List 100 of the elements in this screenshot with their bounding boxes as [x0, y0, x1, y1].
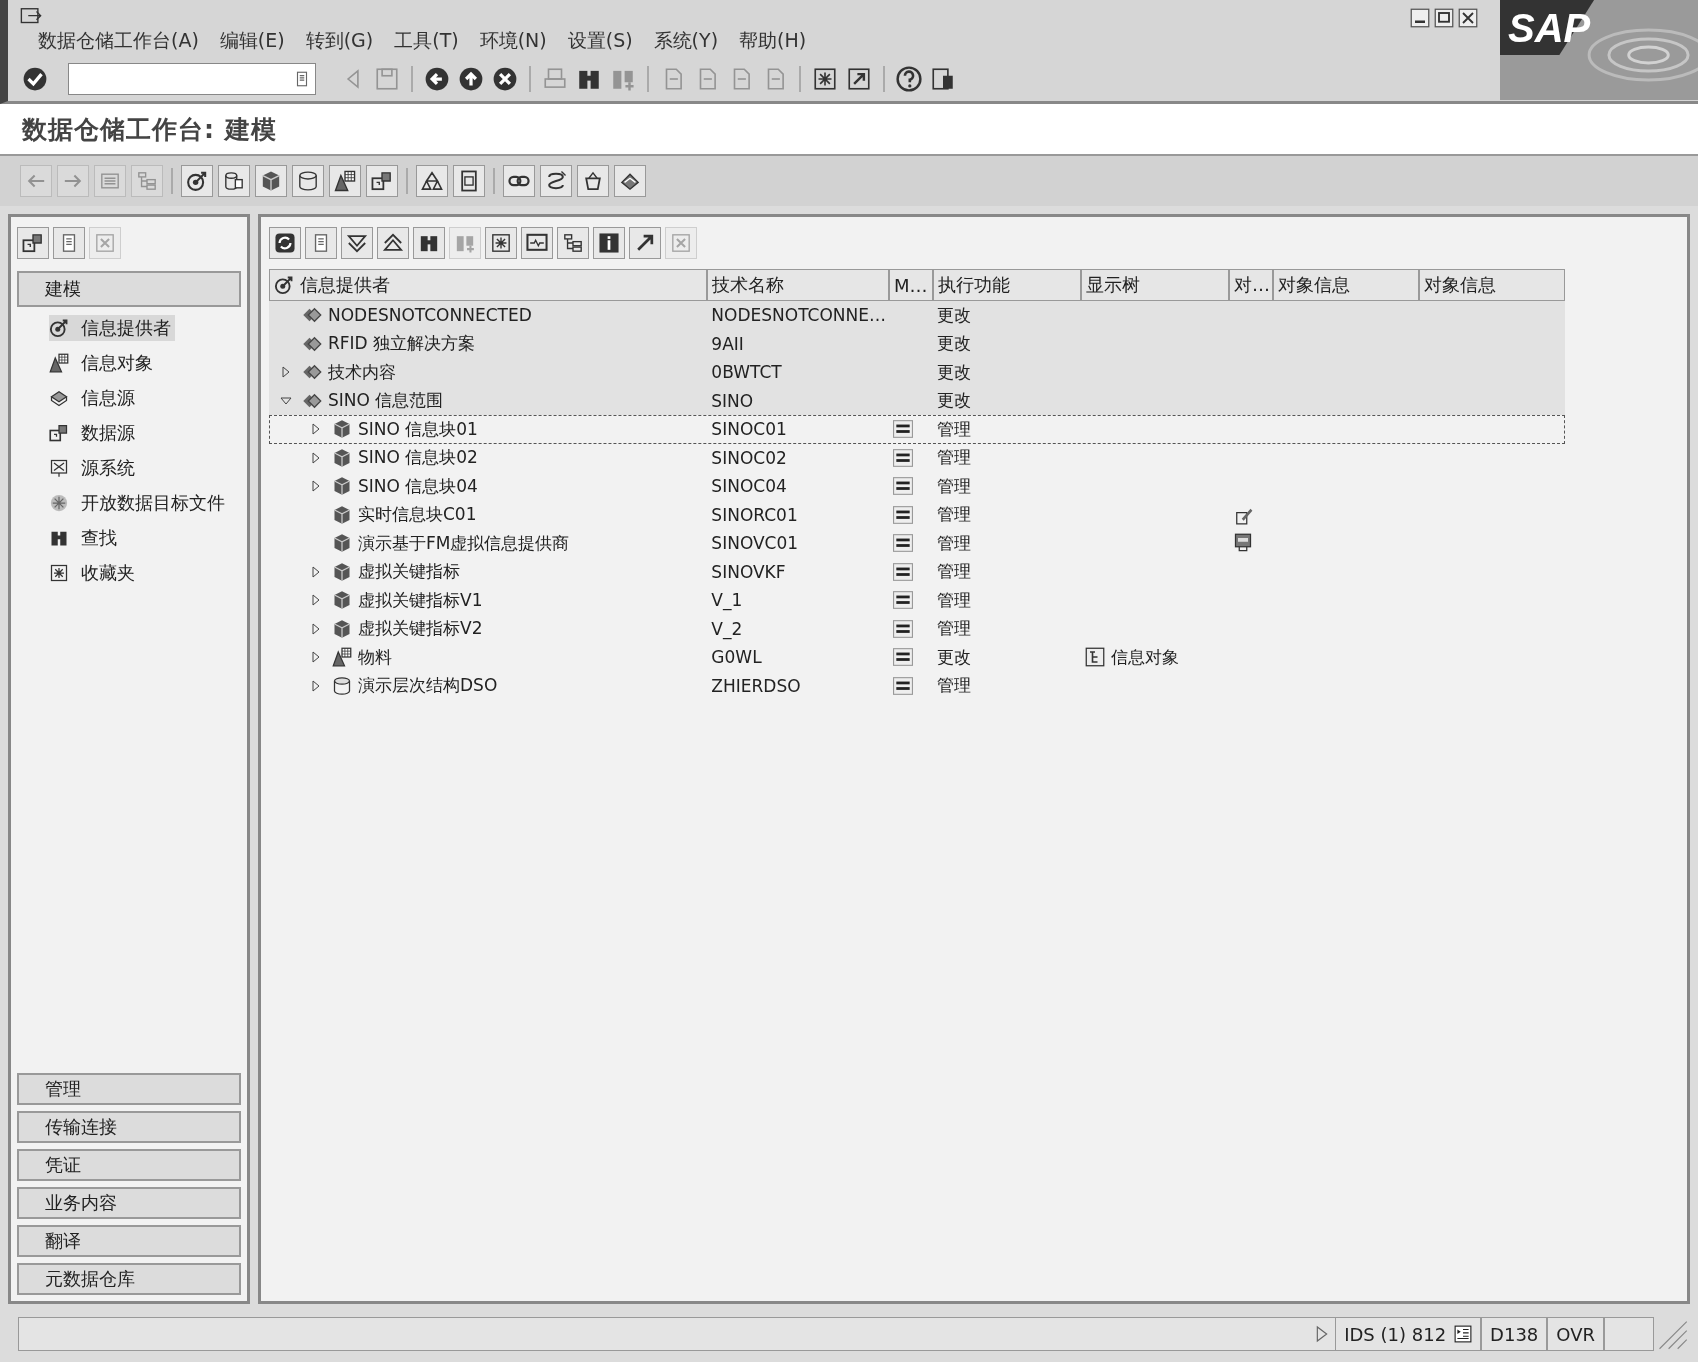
- menu-item[interactable]: 环境(N): [479, 28, 547, 54]
- tree-node-label[interactable]: SINO 信息块02: [358, 446, 478, 470]
- target-icon[interactable]: [181, 165, 213, 197]
- script-icon[interactable]: [540, 165, 572, 197]
- equals-icon[interactable]: [893, 448, 914, 467]
- selected-row[interactable]: SINO 信息块01 SINOC01 管理: [269, 415, 1565, 444]
- basket-icon[interactable]: [577, 165, 609, 197]
- asterisk-square-icon[interactable]: [485, 227, 517, 259]
- tree-node-label[interactable]: 虚拟关键指标V1: [358, 588, 483, 612]
- cylinder-icon[interactable]: [292, 165, 324, 197]
- section-button[interactable]: 翻译: [17, 1225, 241, 1257]
- new-session-icon[interactable]: [812, 66, 838, 92]
- expand-caret-icon[interactable]: [310, 651, 322, 664]
- shortcut-icon[interactable]: [846, 66, 872, 92]
- expand-caret-icon[interactable]: [310, 451, 322, 464]
- document-icon[interactable]: [305, 227, 337, 259]
- tree-node-label[interactable]: 技术内容: [328, 360, 396, 384]
- tree-node-label[interactable]: NODESNOTCONNECTED: [328, 305, 532, 326]
- frame-icon[interactable]: [453, 165, 485, 197]
- sidebar-item[interactable]: 信息对象: [49, 350, 157, 376]
- document-box-icon[interactable]: [1232, 533, 1253, 554]
- menu-item[interactable]: 数据仓储工作台(A): [38, 28, 199, 54]
- column-header[interactable]: 信息提供者: [269, 269, 707, 301]
- column-header[interactable]: 对象信息: [1419, 269, 1565, 301]
- tree-icon[interactable]: [557, 227, 589, 259]
- monitor-icon[interactable]: [521, 227, 553, 259]
- section-header[interactable]: 建模: [17, 271, 241, 307]
- binoculars-icon[interactable]: [413, 227, 445, 259]
- cancel-icon[interactable]: [492, 66, 518, 92]
- tree-node-label[interactable]: 虚拟关键指标: [358, 560, 460, 584]
- tree-node-label[interactable]: SINO 信息范围: [328, 389, 444, 413]
- close-icon[interactable]: [1458, 8, 1478, 28]
- menu-item[interactable]: 帮助(H): [739, 28, 807, 54]
- column-header[interactable]: 技术名称: [707, 269, 889, 301]
- section-button[interactable]: 管理: [17, 1073, 241, 1105]
- collapse-caret-icon[interactable]: [280, 394, 292, 407]
- triangle-right-icon[interactable]: [1315, 1324, 1330, 1344]
- tree-node-label[interactable]: SINO 信息块04: [358, 474, 478, 498]
- document-icon[interactable]: [53, 227, 85, 259]
- help-icon[interactable]: [896, 66, 922, 92]
- table-cell[interactable]: 信息对象: [1110, 645, 1179, 669]
- menu-item[interactable]: 转到(G): [305, 28, 374, 54]
- expand-caret-icon[interactable]: [310, 679, 322, 692]
- equals-icon[interactable]: [893, 477, 914, 496]
- cube-icon[interactable]: [255, 165, 287, 197]
- column-header[interactable]: 显示树: [1081, 269, 1229, 301]
- tray-icon[interactable]: [614, 165, 646, 197]
- back-icon[interactable]: [424, 66, 450, 92]
- menu-item[interactable]: 设置(S): [567, 28, 633, 54]
- equals-icon[interactable]: [893, 562, 914, 581]
- column-header[interactable]: 执行功能: [933, 269, 1081, 301]
- tree-view-icon[interactable]: [1084, 647, 1105, 668]
- sidebar-item[interactable]: 信息源: [49, 385, 139, 411]
- expand-icon[interactable]: [341, 227, 373, 259]
- chain-icon[interactable]: [503, 165, 535, 197]
- section-button[interactable]: 元数据仓库: [17, 1263, 241, 1295]
- tree-node-label[interactable]: RFID 独立解决方案: [328, 332, 476, 356]
- tree-node-label[interactable]: 演示基于FM虚拟信息提供商: [358, 531, 570, 555]
- expand-caret-icon[interactable]: [280, 366, 292, 379]
- sidebar-item[interactable]: 查找: [49, 525, 121, 551]
- arrow-up-right-icon[interactable]: [629, 227, 661, 259]
- equals-icon[interactable]: [893, 591, 914, 610]
- menu-item[interactable]: 系统(Y): [653, 28, 719, 54]
- triangle-grid-icon[interactable]: [329, 165, 361, 197]
- section-button[interactable]: 凭证: [17, 1149, 241, 1181]
- tree-node-label[interactable]: 实时信息块C01: [358, 503, 477, 527]
- sidebar-item[interactable]: 开放数据目标文件: [49, 490, 229, 516]
- check-icon[interactable]: [22, 66, 48, 92]
- section-button[interactable]: 传输连接: [17, 1111, 241, 1143]
- collapse-icon[interactable]: [377, 227, 409, 259]
- equals-icon[interactable]: [893, 648, 914, 667]
- tree-node-label[interactable]: SINO 信息块01: [358, 417, 478, 441]
- tree-node-label[interactable]: 演示层次结构DSO: [358, 674, 498, 698]
- expand-caret-icon[interactable]: [310, 565, 322, 578]
- exit-icon[interactable]: [458, 66, 484, 92]
- column-header[interactable]: M…: [889, 269, 933, 301]
- minimize-icon[interactable]: [1410, 8, 1430, 28]
- expand-caret-icon[interactable]: [310, 594, 322, 607]
- menu-item[interactable]: 工具(T): [394, 28, 459, 54]
- equals-icon[interactable]: [893, 676, 914, 695]
- section-button[interactable]: 业务内容: [17, 1187, 241, 1219]
- refresh-icon[interactable]: [269, 227, 301, 259]
- sidebar-item[interactable]: 源系统: [49, 455, 139, 481]
- layout-icon[interactable]: [930, 66, 956, 92]
- equals-icon[interactable]: [893, 534, 914, 553]
- menu-item[interactable]: 编辑(E): [219, 28, 285, 54]
- equals-icon[interactable]: [893, 505, 914, 524]
- expand-caret-icon[interactable]: [310, 622, 322, 635]
- column-header[interactable]: 对象信息: [1273, 269, 1419, 301]
- equals-icon[interactable]: [893, 420, 914, 439]
- command-field[interactable]: [68, 63, 316, 95]
- column-header[interactable]: 对…: [1229, 269, 1273, 301]
- tree-node-label[interactable]: 物料: [358, 645, 392, 669]
- equals-icon[interactable]: [893, 619, 914, 638]
- expand-caret-icon[interactable]: [310, 480, 322, 493]
- datasource-icon[interactable]: [366, 165, 398, 197]
- sidebar-item[interactable]: 收藏夹: [49, 560, 139, 586]
- info-icon[interactable]: [593, 227, 625, 259]
- datasource-icon[interactable]: [17, 227, 49, 259]
- cylinder-grid-icon[interactable]: [218, 165, 250, 197]
